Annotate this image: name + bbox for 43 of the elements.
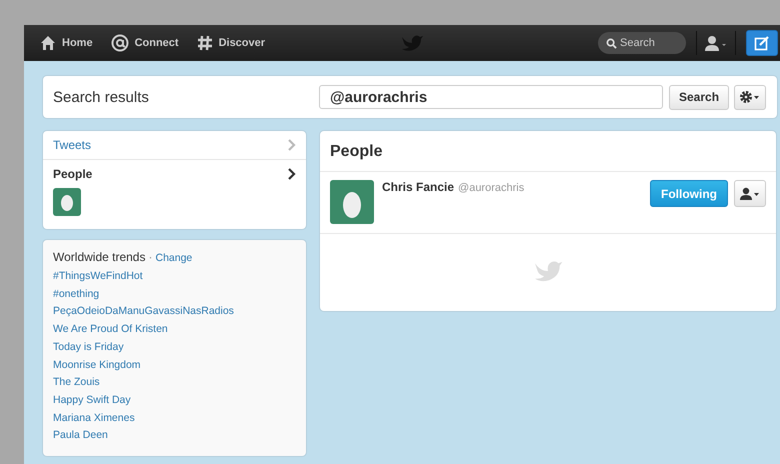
search-icon xyxy=(606,38,617,49)
separator-dot: · xyxy=(148,250,152,264)
trend-link[interactable]: #onething xyxy=(53,286,296,304)
nav-link[interactable]: Connect xyxy=(110,34,179,52)
hash-icon xyxy=(196,35,213,51)
trend-link[interactable]: #ThingsWeFindHot xyxy=(53,268,296,286)
user-name[interactable]: Chris Fancie xyxy=(382,180,454,194)
avatar-icon[interactable] xyxy=(330,180,374,224)
compose-icon xyxy=(754,35,770,51)
section-title: People xyxy=(320,131,776,172)
trend-link[interactable]: Mariana Ximenes xyxy=(53,410,296,428)
chevron-right-icon xyxy=(288,139,296,151)
user-icon xyxy=(705,35,727,51)
search-query-field[interactable]: @aurorachris xyxy=(319,85,663,109)
page-title: Search results xyxy=(53,88,150,106)
bird-logo-icon xyxy=(400,33,424,53)
user-handle: @aurorachris xyxy=(458,182,524,194)
change-link[interactable]: Change xyxy=(155,252,192,264)
trend-link[interactable]: Paula Deen xyxy=(53,427,296,446)
at-sign-icon xyxy=(110,34,129,52)
trend-link[interactable]: Moonrise Kingdom xyxy=(53,356,296,374)
search-button[interactable]: Search xyxy=(669,84,730,110)
home-icon xyxy=(40,35,56,51)
compose-button[interactable] xyxy=(746,30,778,56)
filter-item[interactable]: People xyxy=(43,160,306,188)
trend-link[interactable]: Happy Swift Day xyxy=(53,392,296,410)
settings-icon xyxy=(739,90,762,104)
nav-link[interactable]: Discover xyxy=(196,34,266,52)
nav-link[interactable]: Home xyxy=(40,34,93,52)
user-actions-button[interactable] xyxy=(734,180,766,207)
trend-link[interactable]: The Zouis xyxy=(53,374,296,392)
user-icon xyxy=(740,186,760,200)
trend-link[interactable]: Today is Friday xyxy=(53,338,296,357)
trend-link[interactable]: We Are Proud Of Kristen xyxy=(53,321,296,339)
account-menu[interactable] xyxy=(696,31,736,55)
avatar-icon[interactable] xyxy=(53,188,81,216)
filter-item[interactable]: Tweets xyxy=(43,131,306,160)
settings-button[interactable] xyxy=(734,84,766,110)
trend-link[interactable]: PeçaOdeioDaManuGavassiNasRadios xyxy=(53,303,296,322)
chevron-right-icon xyxy=(288,168,296,180)
trends-title: Worldwide trends xyxy=(53,250,146,264)
search-field[interactable]: Search xyxy=(598,32,686,54)
following-button[interactable]: Following xyxy=(650,180,728,207)
